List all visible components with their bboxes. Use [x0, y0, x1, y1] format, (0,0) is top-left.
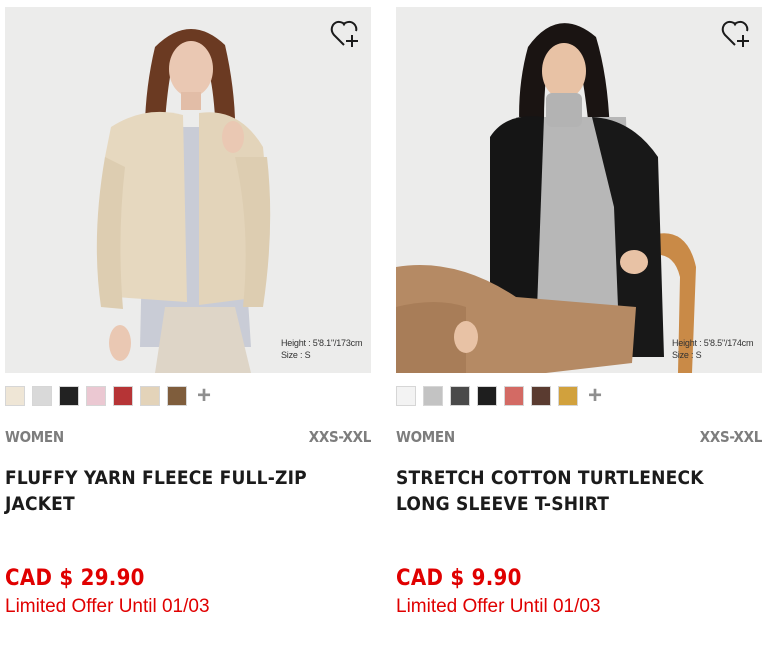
color-swatch[interactable] — [450, 386, 470, 406]
product-price: CAD $ 29.90 — [5, 566, 145, 591]
color-swatch[interactable] — [86, 386, 106, 406]
model-info: Height : 5'8.1"/173cm Size : S — [281, 337, 362, 361]
model-photo — [5, 7, 371, 373]
color-swatch[interactable] — [558, 386, 578, 406]
color-swatches: + — [396, 384, 762, 408]
model-size: Size : S — [281, 350, 311, 360]
color-swatch[interactable] — [113, 386, 133, 406]
color-swatch[interactable] — [167, 386, 187, 406]
offer-text: Limited Offer Until 01/03 — [396, 596, 601, 617]
model-height: Height : 5'8.1"/173cm — [281, 338, 363, 348]
product-meta: WOMEN XXS-XXL — [396, 428, 762, 446]
heart-plus-icon[interactable] — [329, 18, 361, 50]
color-swatch[interactable] — [531, 386, 551, 406]
model-height: Height : 5'8.5"/174cm — [672, 338, 754, 348]
product-meta: WOMEN XXS-XXL — [5, 428, 371, 446]
model-photo — [396, 7, 762, 373]
color-swatch[interactable] — [396, 386, 416, 406]
size-range: XXS-XXL — [308, 428, 372, 446]
heart-plus-icon[interactable] — [720, 18, 752, 50]
color-swatch[interactable] — [5, 386, 25, 406]
gender-label: WOMEN — [396, 428, 455, 446]
color-swatch[interactable] — [504, 386, 524, 406]
product-price: CAD $ 9.90 — [396, 566, 522, 591]
gender-label: WOMEN — [5, 428, 64, 446]
color-swatch[interactable] — [140, 386, 160, 406]
size-range: XXS-XXL — [699, 428, 763, 446]
color-swatches: + — [5, 384, 371, 408]
product-image[interactable]: Height : 5'8.1"/173cm Size : S — [5, 7, 371, 373]
product-name[interactable]: FLUFFY YARN FLEECE FULL-ZIP JACKET — [5, 465, 371, 565]
color-swatch[interactable] — [423, 386, 443, 406]
plus-icon[interactable]: + — [585, 384, 605, 408]
color-swatch[interactable] — [477, 386, 497, 406]
model-info: Height : 5'8.5"/174cm Size : S — [672, 337, 753, 361]
product-card[interactable]: Height : 5'8.1"/173cm Size : S + WOMEN X… — [5, 7, 371, 619]
color-swatch[interactable] — [59, 386, 79, 406]
model-size: Size : S — [672, 350, 702, 360]
plus-icon[interactable]: + — [194, 384, 214, 408]
product-name[interactable]: STRETCH COTTON TURTLENECK LONG SLEEVE T-… — [396, 465, 762, 565]
color-swatch[interactable] — [32, 386, 52, 406]
offer-text: Limited Offer Until 01/03 — [5, 596, 210, 617]
product-image[interactable]: Height : 5'8.5"/174cm Size : S — [396, 7, 762, 373]
product-card[interactable]: Height : 5'8.5"/174cm Size : S + WOMEN X… — [396, 7, 762, 619]
